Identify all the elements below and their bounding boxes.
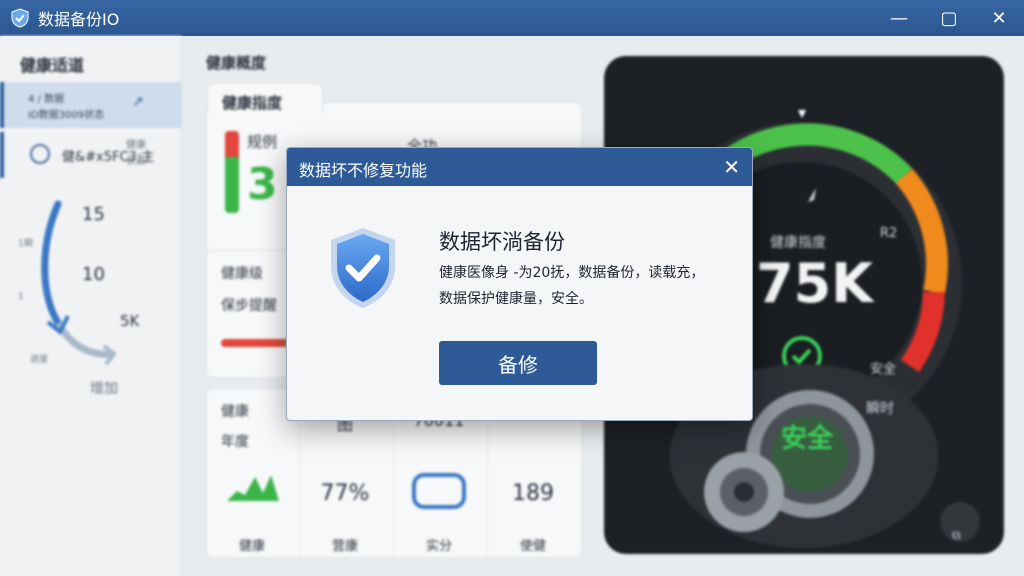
gauge-side-label: 瞬时 — [866, 401, 894, 417]
stat-value: 77% — [320, 481, 370, 506]
status-bar-green — [225, 157, 239, 213]
card-title: 健康 — [221, 404, 249, 420]
shield-check-icon — [331, 228, 395, 308]
card-tab[interactable]: 健康指度 — [207, 83, 323, 113]
sidebar: 健康适道 4 / 数据 ID数据3009状态 ↗ 健&#x5FC3;主 健康 状… — [0, 36, 182, 576]
card-subtitle: 保步提醒 — [221, 298, 277, 314]
page-title: 健康概度 — [206, 54, 267, 72]
dialog-header: 数据坏不修复功能 ✕ — [287, 148, 752, 186]
gauge-label: 健康指度 — [770, 235, 826, 251]
window-controls: — ▢ ✕ — [874, 0, 1024, 36]
dialog-message-line: 健康医像身 -为20抚，数据备份，读载充， — [439, 265, 705, 281]
dial-value: 15 — [82, 204, 105, 225]
maximize-button[interactable]: ▢ — [924, 0, 974, 36]
stat-footer: 营康 — [331, 539, 358, 554]
close-button[interactable]: ✕ — [974, 0, 1024, 36]
dialog-heading: 数据坏淌备份 — [439, 230, 565, 254]
dial-value: 10 — [82, 264, 105, 285]
gauge-tick: R2 — [880, 226, 898, 241]
toggle-icon — [412, 473, 466, 509]
stat-footer: 使健 — [519, 539, 546, 554]
arrow-up-right-icon: ↗ — [132, 94, 144, 110]
sidebar-item-status[interactable]: 4 / 数据 ID数据3009状态 ↗ — [0, 82, 182, 128]
backup-button[interactable]: 备修 — [439, 341, 597, 385]
dial-value: 5K — [120, 312, 140, 330]
backup-dialog: 数据坏不修复功能 ✕ 数据坏淌备份 健康医像身 -为20抚，数据备份，读载充， … — [286, 147, 753, 421]
gauge-value: 75K — [756, 252, 873, 315]
radio-icon[interactable] — [30, 144, 50, 164]
hint-line-2: 状态 — [126, 156, 146, 167]
card-title: 健康级 — [221, 266, 263, 282]
dial-tick: 1 — [18, 292, 24, 302]
dialog-message-line: 数据保护健康量，安全。 — [439, 291, 593, 307]
shield-icon — [11, 8, 29, 28]
safe-knob[interactable]: 安全 — [772, 418, 842, 455]
title-bar: 数据备份IO — ▢ ✕ — [0, 0, 1024, 36]
stat-value: 189 — [512, 481, 554, 506]
card-big-value: 3 — [247, 159, 278, 210]
dial-tick: 1期 — [18, 239, 33, 249]
minimize-button[interactable]: — — [874, 0, 924, 36]
sidebar-item-hint: 健康 状态 — [126, 138, 146, 170]
card-subtitle: 年度 — [221, 434, 249, 450]
stat-footer: 健康 — [238, 539, 265, 554]
sidebar-item-health[interactable]: 健&#x5FC3;主 健康 状态 — [0, 132, 182, 178]
sidebar-item-label: 4 / 数据 — [28, 94, 65, 105]
status-bar-red — [225, 131, 239, 157]
hint-line-1: 健康 — [126, 140, 146, 151]
window-title: 数据备份IO — [38, 10, 120, 29]
sidebar-title: 健康适道 — [20, 56, 85, 75]
sidebar-item-sublabel: ID数据3009状态 — [28, 110, 105, 121]
card-label: 规例 — [247, 133, 278, 151]
dialog-title: 数据坏不修复功能 — [299, 161, 428, 180]
mini-chart-icon — [227, 475, 279, 501]
gauge-tick: 安全 — [870, 362, 897, 377]
stat-footer: 实分 — [425, 539, 452, 554]
dial-tick: 进度 — [30, 355, 49, 365]
expand-icon[interactable]: ⧉ — [952, 528, 961, 543]
dialog-close-button[interactable]: ✕ — [723, 155, 740, 179]
dial-caption: 增加 — [90, 381, 118, 397]
